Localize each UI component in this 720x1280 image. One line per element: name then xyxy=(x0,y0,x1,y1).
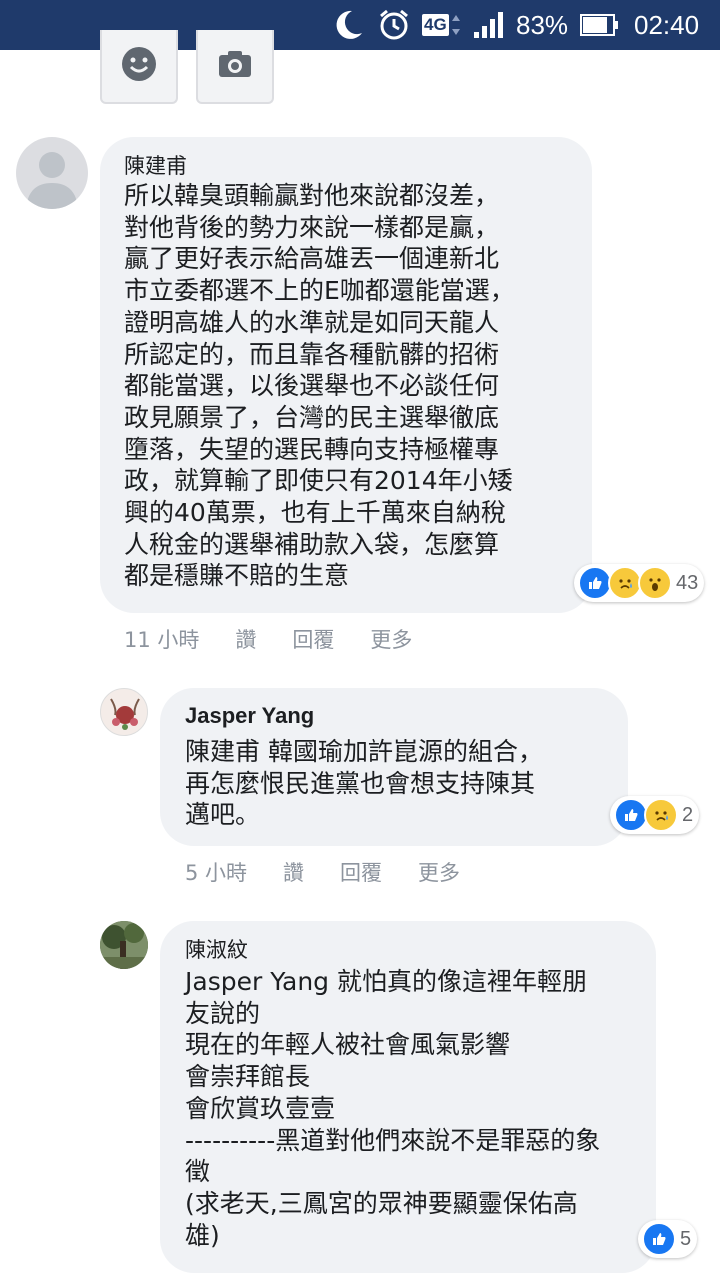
comment-text: 所以韓臭頭輸贏對他來說都沒差， 對他背後的勢力來說一樣都是贏， 贏了更好表示給高… xyxy=(124,181,515,591)
reaction-summary[interactable]: 5 xyxy=(638,1220,698,1258)
sad-icon xyxy=(644,798,678,832)
comment-actions: 5 小時 讚 回覆 更多 xyxy=(185,857,496,887)
reaction-count: 2 xyxy=(682,803,694,826)
avatar[interactable] xyxy=(100,921,148,969)
emoji-icon xyxy=(120,45,158,87)
like-icon xyxy=(642,1222,676,1256)
reaction-count: 43 xyxy=(676,571,699,594)
comment-actions: 11 小時 讚 回覆 更多 xyxy=(124,624,448,654)
avatar[interactable] xyxy=(16,137,88,209)
sad-icon xyxy=(608,566,642,600)
comment-time: 5 小時 xyxy=(185,861,248,885)
comment-time: 11 小時 xyxy=(124,628,200,652)
battery-icon xyxy=(580,0,620,50)
more-link[interactable]: 更多 xyxy=(370,624,412,654)
alarm-icon xyxy=(376,0,412,50)
camera-button[interactable] xyxy=(196,30,274,104)
wow-icon xyxy=(638,566,672,600)
camera-icon xyxy=(217,49,253,83)
emoji-button[interactable] xyxy=(100,30,178,104)
comment-text: 陳建甫 韓國瑜加許崑源的組合， 再怎麼恨民進黨也會想支持陳其 邁吧。 xyxy=(185,737,543,830)
avatar[interactable] xyxy=(100,688,148,736)
like-icon xyxy=(578,566,612,600)
battery-percent: 83% xyxy=(516,9,569,40)
reaction-summary[interactable]: 43 xyxy=(574,564,705,602)
comment-author[interactable]: 陳淑紋 xyxy=(185,934,248,964)
like-link[interactable]: 讚 xyxy=(235,624,256,654)
comment-author[interactable]: Jasper Yang xyxy=(185,703,314,729)
like-link[interactable]: 讚 xyxy=(283,857,304,887)
reply-link[interactable]: 回覆 xyxy=(292,624,334,654)
like-icon xyxy=(614,798,648,832)
reaction-count: 5 xyxy=(680,1227,692,1250)
moon-icon xyxy=(330,0,366,50)
network-4g-badge: 4G xyxy=(422,0,461,50)
reaction-summary[interactable]: 2 xyxy=(610,796,700,834)
signal-icon xyxy=(472,0,506,50)
clock: 02:40 xyxy=(634,9,700,40)
more-link[interactable]: 更多 xyxy=(418,857,460,887)
comment-author[interactable]: 陳建甫 xyxy=(124,150,187,180)
reply-link[interactable]: 回覆 xyxy=(340,857,382,887)
comment-text: Jasper Yang 就怕真的像這裡年輕朋 友說的 現在的年輕人被社會風氣影響… xyxy=(185,967,601,1250)
